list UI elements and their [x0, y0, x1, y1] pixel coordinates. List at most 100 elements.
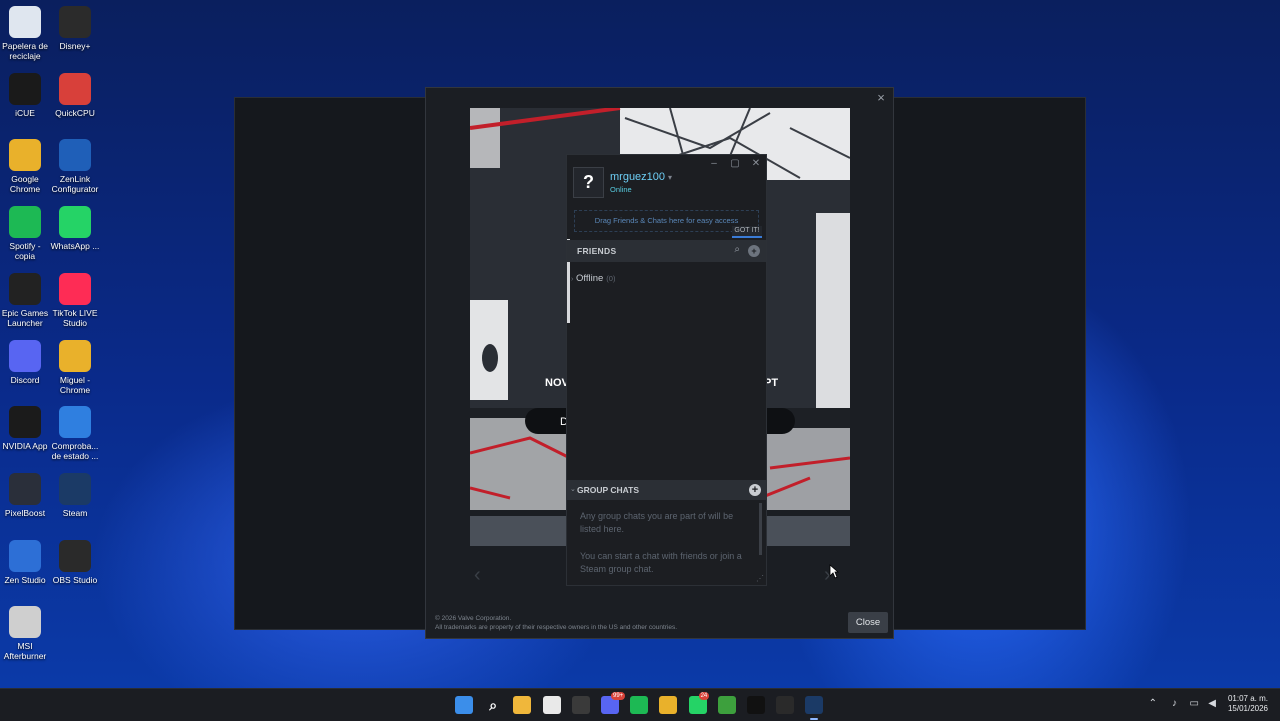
discord-icon	[9, 339, 41, 372]
desktop-icon-label: Disney+	[59, 41, 91, 51]
desktop-icon-quickcpu[interactable]: QuickCPU	[50, 72, 100, 118]
friends-section-header: FRIENDS ⌕ +	[567, 240, 766, 262]
desktop-icon-label: Epic Games Launcher	[1, 307, 49, 328]
desktop-icon-label: Zen Studio	[4, 574, 46, 585]
legal-line-1: © 2026 Valve Corporation.	[435, 615, 512, 622]
chrome-icon[interactable]	[659, 696, 678, 714]
desktop-icon-label: Google Chrome	[9, 174, 41, 195]
desktop-icon-label: Spotify - copia	[9, 241, 41, 262]
desktop-icon-recycle-bin[interactable]: Papelera de reciclaje	[0, 6, 50, 61]
disney-plus-icon	[59, 6, 91, 38]
desktop-icon-zenlink[interactable]: ZenLink Configurator	[50, 139, 100, 194]
recycle-bin-icon	[9, 6, 41, 38]
steam-icon[interactable]	[805, 696, 824, 714]
got-it-button[interactable]: GOT IT!	[732, 226, 762, 238]
group-chats-empty-state: Any group chats you are part of will be …	[580, 510, 750, 585]
taskbar: ⌃ ♪ ▭ ◀ 01:07 a. m. 15/01/2026 ⌕ 99+ 24	[0, 688, 1280, 721]
friends-list-window: – ▢ ✕ ? mrguez100 ▾ Online Drag Friends &…	[566, 154, 767, 586]
legal-notice: © 2026 Valve Corporation. All trademarks…	[435, 614, 677, 632]
legal-line-2: All trademarks are property of their res…	[435, 624, 678, 631]
desktop-icon-label: Papelera de reciclaje	[2, 41, 48, 61]
nvidia-icon	[9, 406, 41, 439]
chevron-down-icon: ▾	[668, 173, 673, 182]
chevron-down-icon: ⌄	[570, 486, 576, 493]
zenlink-icon	[59, 139, 91, 172]
discord-notification-badge: 99+	[611, 692, 626, 700]
friends-label: FRIENDS	[577, 246, 617, 256]
spotify-icon[interactable]	[630, 696, 649, 714]
quickcpu-icon	[59, 72, 91, 105]
desktop-icon-disney-plus[interactable]: Disney+	[50, 6, 100, 51]
previous-arrow-icon[interactable]: ‹	[474, 565, 492, 585]
desktop-icon-discord[interactable]: Discord	[0, 339, 50, 385]
desktop-icon-pc-health[interactable]: Comproba... de estado ...	[50, 406, 100, 461]
desktop-icon-label: QuickCPU	[55, 107, 95, 118]
steam-icon	[59, 472, 91, 505]
create-group-chat-icon[interactable]: +	[749, 484, 761, 496]
obs-icon[interactable]	[571, 696, 590, 714]
scrollbar[interactable]	[759, 503, 762, 555]
group-chats-header[interactable]: ⌄ GROUP CHATS +	[567, 480, 766, 500]
xbox-icon[interactable]	[717, 696, 736, 714]
chrome-icon	[9, 139, 41, 172]
desktop-icon-label: OBS Studio	[52, 574, 98, 585]
network-icon[interactable]: ▭	[1190, 698, 1199, 709]
chrome-profile-icon	[59, 339, 91, 372]
desktop-icon-epic-games[interactable]: Epic Games Launcher	[0, 272, 50, 328]
desktop-icon-spotify[interactable]: Spotify - copia	[0, 206, 50, 261]
clock[interactable]: 01:07 a. m. 15/01/2026	[1228, 694, 1268, 714]
search-icon[interactable]: ⌕	[734, 244, 740, 255]
desktop-icon-label: ZenLink Configurator	[51, 174, 99, 195]
desktop-icon-whatsapp[interactable]: WhatsApp ...	[50, 206, 100, 251]
desktop-icon-obs[interactable]: OBS Studio	[50, 539, 100, 585]
microphone-icon[interactable]: ♪	[1172, 698, 1177, 709]
avatar[interactable]: ?	[573, 167, 604, 198]
desktop-icon-label: NVIDIA App	[2, 441, 48, 452]
desktop-icon-label: WhatsApp ...	[50, 241, 100, 252]
offline-group-toggle[interactable]: › Offline (0)	[571, 273, 615, 284]
whatsapp-icon	[59, 206, 91, 239]
tray-overflow-icon[interactable]: ⌃	[1149, 698, 1157, 709]
desktop-icon-icue[interactable]: iCUE	[0, 72, 50, 118]
msi-afterburner-icon	[9, 606, 41, 639]
username[interactable]: mrguez100 ▾	[610, 171, 672, 183]
microsoft-store-icon[interactable]	[542, 696, 561, 714]
volume-icon[interactable]: ◀	[1208, 698, 1216, 709]
tiktok-icon[interactable]	[747, 696, 765, 714]
desktop-icon-zen-studio[interactable]: Zen Studio	[0, 539, 50, 585]
desktop-icon-label: MSI Afterburner	[3, 641, 47, 662]
file-explorer-icon[interactable]	[513, 696, 532, 714]
group-chats-label: GROUP CHATS	[577, 485, 640, 495]
clock-time: 01:07 a. m.	[1227, 694, 1268, 703]
desktop-icon-msi-afterburner[interactable]: MSI Afterburner	[0, 606, 50, 661]
steam-helper-icon[interactable]	[776, 696, 795, 714]
desktop-icon-label: Miguel - Chrome	[59, 374, 91, 395]
zen-studio-icon	[9, 539, 41, 572]
mouse-cursor-icon	[829, 564, 839, 579]
user-profile-header[interactable]: ? mrguez100 ▾ Online	[573, 167, 761, 201]
windows-start-icon[interactable]	[455, 696, 473, 714]
spotify-icon	[9, 206, 41, 239]
desktop-icon-label: Comproba... de estado ...	[51, 441, 99, 462]
tiktok-live-icon	[59, 272, 91, 305]
desktop-icon-steam[interactable]: Steam	[50, 472, 100, 518]
desktop-icon-pixelboost[interactable]: PixelBoost	[0, 472, 50, 518]
desktop-icon-tiktok-live[interactable]: TikTok LIVE Studio	[50, 272, 100, 328]
dialog-close-icon[interactable]: ×	[874, 91, 888, 105]
desktop-icon-chrome[interactable]: Google Chrome	[0, 139, 50, 194]
desktop-icon-chrome-profile[interactable]: Miguel - Chrome	[50, 339, 100, 395]
desktop-icon-label: Discord	[10, 374, 40, 385]
desktop-icon-label: TikTok LIVE Studio	[52, 307, 98, 328]
group-chats-text-2: You can start a chat with friends or joi…	[580, 551, 742, 574]
close-button[interactable]: Close	[848, 612, 888, 633]
chevron-right-icon: ›	[571, 276, 574, 283]
desktop-icon-label: PixelBoost	[4, 507, 46, 518]
search-icon[interactable]: ⌕	[484, 696, 502, 714]
desktop-icon-nvidia[interactable]: NVIDIA App	[0, 406, 50, 451]
epic-games-icon	[9, 272, 41, 305]
user-status: Online	[610, 185, 632, 194]
resize-grip-icon[interactable]: ⋰	[756, 574, 764, 583]
desktop-icon-label: Steam	[62, 507, 88, 518]
add-friend-icon[interactable]: +	[748, 245, 760, 257]
clock-date: 15/01/2026	[1227, 704, 1268, 713]
